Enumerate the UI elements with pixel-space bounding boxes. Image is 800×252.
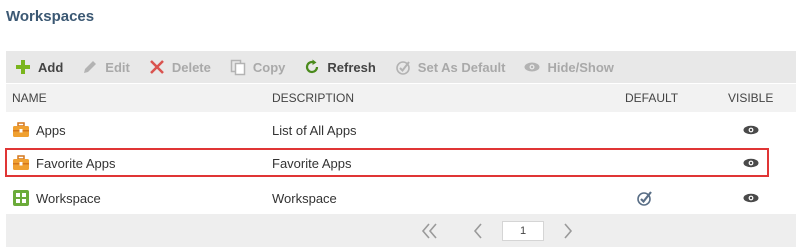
column-header-visible[interactable]: VISIBLE (728, 84, 773, 112)
set-as-default-label: Set As Default (417, 59, 506, 75)
copy-icon (229, 58, 247, 76)
eye-icon (523, 58, 541, 76)
first-page-icon[interactable] (418, 214, 442, 247)
add-button[interactable]: Add (6, 51, 73, 83)
plus-icon (14, 58, 32, 76)
check-badge-icon (394, 58, 412, 76)
page-number-input[interactable]: 1 (502, 221, 544, 241)
selection-highlight (5, 148, 769, 177)
previous-page-icon[interactable] (468, 214, 488, 247)
hide-show-label: Hide/Show (547, 59, 614, 75)
table-header: NAME DESCRIPTION DEFAULT VISIBLE (6, 84, 796, 112)
refresh-icon (303, 58, 321, 76)
next-page-icon[interactable] (558, 214, 578, 247)
toolbar: Add Edit Delete Copy Refresh Set As Defa… (6, 51, 796, 83)
column-header-default[interactable]: DEFAULT (625, 84, 678, 112)
row-description: List of All Apps (272, 122, 357, 138)
table-row[interactable]: Workspace Workspace (6, 181, 796, 215)
pagination-bar: 1 (6, 214, 796, 247)
row-name-cell: Apps (12, 113, 66, 147)
default-check-icon (636, 181, 654, 215)
page-title: Workspaces (6, 8, 95, 25)
column-header-description[interactable]: DESCRIPTION (272, 84, 354, 112)
row-name: Apps (36, 122, 66, 138)
refresh-button[interactable]: Refresh (295, 51, 385, 83)
set-as-default-button[interactable]: Set As Default (386, 51, 516, 83)
add-label: Add (38, 59, 64, 75)
delete-button[interactable]: Delete (140, 51, 221, 83)
visible-eye-icon[interactable] (742, 113, 760, 147)
grid-icon (12, 189, 30, 207)
column-header-name[interactable]: NAME (12, 84, 47, 112)
table-row[interactable]: Apps List of All Apps (6, 113, 796, 147)
delete-label: Delete (171, 59, 211, 75)
row-name: Workspace (36, 190, 101, 206)
hide-show-button[interactable]: Hide/Show (515, 51, 623, 83)
edit-button[interactable]: Edit (73, 51, 140, 83)
copy-label: Copy (252, 59, 286, 75)
pencil-icon (81, 58, 99, 76)
row-description: Workspace (272, 190, 337, 206)
visible-eye-icon[interactable] (742, 181, 760, 215)
refresh-label: Refresh (327, 59, 376, 75)
row-name-cell: Workspace (12, 181, 101, 215)
edit-label: Edit (105, 59, 130, 75)
copy-button[interactable]: Copy (221, 51, 296, 83)
x-icon (148, 58, 166, 76)
briefcase-icon (12, 121, 30, 139)
